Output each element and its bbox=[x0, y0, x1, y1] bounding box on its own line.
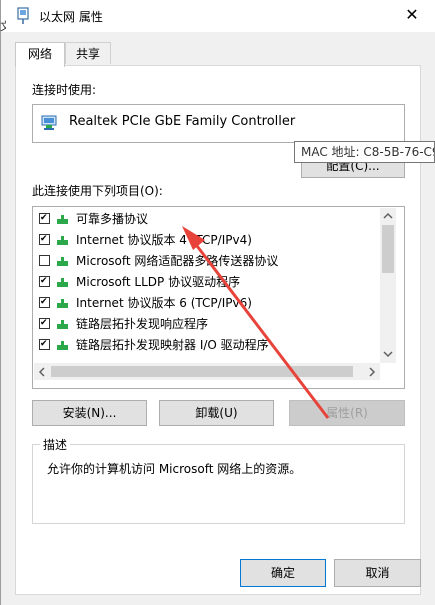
ok-button[interactable]: 确定 bbox=[240, 559, 326, 587]
list-item-label: 链路层拓扑发现映射器 I/O 驱动程序 bbox=[76, 338, 269, 352]
network-protocol-icon bbox=[57, 236, 68, 245]
checkbox[interactable] bbox=[39, 339, 50, 350]
horizontal-scrollbar[interactable] bbox=[34, 363, 380, 380]
close-icon: ✕ bbox=[405, 5, 419, 24]
properties-button[interactable]: 属性(R) bbox=[289, 400, 405, 426]
adapter-box: Realtek PCIe GbE Family Controller bbox=[32, 104, 405, 143]
network-adapter-icon bbox=[17, 7, 29, 24]
checkbox[interactable] bbox=[39, 318, 50, 329]
close-button[interactable]: ✕ bbox=[399, 4, 425, 26]
list-item-label: 可靠多播协议 bbox=[76, 212, 149, 226]
checkbox[interactable] bbox=[39, 297, 50, 308]
checkbox[interactable] bbox=[39, 234, 50, 245]
list-item-label: Internet 协议版本 4 (TCP/IPv4) bbox=[76, 233, 252, 247]
checkbox[interactable] bbox=[39, 276, 50, 287]
tab-sharing-label: 共享 bbox=[75, 47, 100, 61]
items-section-label: 此连接使用下列项目(O): bbox=[32, 184, 163, 198]
list-item-label: Microsoft LLDP 协议驱动程序 bbox=[76, 275, 241, 289]
network-protocol-icon bbox=[57, 215, 68, 224]
mac-address-tooltip: MAC 地址: C8-5B-76-C9 bbox=[294, 141, 435, 163]
install-button[interactable]: 安装(N)... bbox=[32, 400, 147, 426]
title-bar[interactable]: 以太网 属性 ✕ bbox=[1, 0, 435, 32]
tab-network-label: 网络 bbox=[27, 47, 52, 61]
network-protocol-icon bbox=[57, 278, 68, 287]
network-card-icon bbox=[41, 115, 57, 130]
scroll-thumb[interactable] bbox=[382, 225, 394, 273]
description-text: 允许你的计算机访问 Microsoft 网络上的资源。 bbox=[47, 462, 302, 476]
scroll-left-icon[interactable] bbox=[38, 367, 46, 377]
description-group: 描述 允许你的计算机访问 Microsoft 网络上的资源。 bbox=[32, 436, 405, 524]
checkbox[interactable] bbox=[39, 255, 50, 266]
description-label: 描述 bbox=[40, 436, 71, 453]
list-item-label: Internet 协议版本 6 (TCP/IPv6) bbox=[76, 296, 252, 310]
tooltip-text: MAC 地址: C8-5B-76-C9 bbox=[301, 145, 435, 159]
components-list[interactable]: 可靠多播协议 Internet 协议版本 4 (TCP/IPv4) Micros… bbox=[32, 206, 405, 389]
cancel-button-label: 取消 bbox=[365, 566, 390, 580]
uninstall-button-label: 卸载(U) bbox=[195, 406, 238, 420]
properties-dialog: 以太网 属性 ✕ 网络 共享 连接时使用: Realtek PCIe GbE F… bbox=[0, 0, 435, 605]
scroll-right-icon[interactable] bbox=[368, 367, 376, 377]
cancel-button[interactable]: 取消 bbox=[334, 559, 421, 587]
ok-button-label: 确定 bbox=[270, 566, 295, 580]
scroll-thumb[interactable] bbox=[51, 366, 353, 377]
list-item-label: 链路层拓扑发现响应程序 bbox=[76, 317, 209, 331]
uninstall-button[interactable]: 卸载(U) bbox=[159, 400, 274, 426]
tab-strip: 网络 共享 bbox=[15, 42, 421, 67]
tab-sharing[interactable]: 共享 bbox=[65, 42, 111, 64]
scroll-up-icon[interactable] bbox=[383, 212, 393, 220]
background-window-text: 文 bbox=[0, 20, 6, 33]
list-item-label: Microsoft 网络适配器多路传送器协议 bbox=[76, 254, 279, 268]
adapter-name: Realtek PCIe GbE Family Controller bbox=[69, 114, 296, 129]
network-protocol-icon bbox=[57, 257, 68, 266]
install-button-label: 安装(N)... bbox=[62, 406, 117, 420]
network-protocol-icon bbox=[57, 320, 68, 329]
tab-network[interactable]: 网络 bbox=[15, 42, 65, 67]
scroll-down-icon[interactable] bbox=[383, 350, 393, 358]
vertical-scrollbar[interactable] bbox=[380, 208, 396, 363]
network-protocol-icon bbox=[57, 299, 68, 308]
connect-using-label: 连接时使用: bbox=[32, 83, 97, 97]
network-protocol-icon bbox=[57, 341, 68, 350]
window-title: 以太网 属性 bbox=[39, 10, 103, 24]
checkbox[interactable] bbox=[39, 213, 50, 224]
properties-button-label: 属性(R) bbox=[326, 406, 368, 420]
